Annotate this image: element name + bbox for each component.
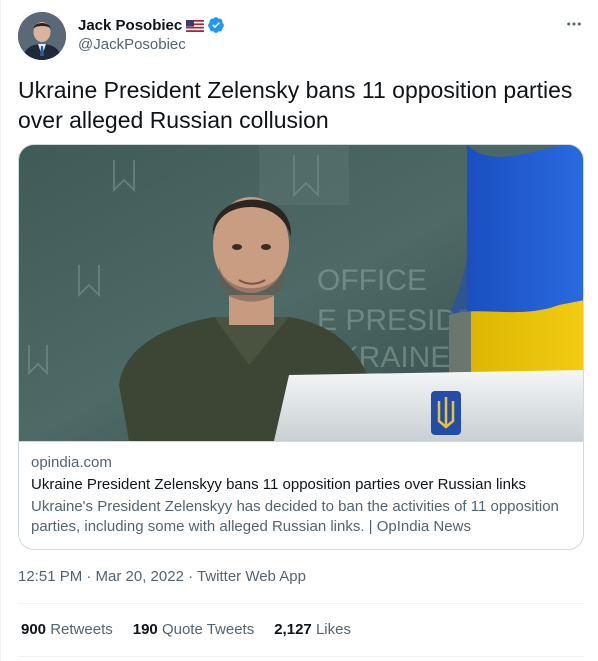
divider xyxy=(18,603,584,604)
link-card[interactable]: OFFICE E PRESIDEN UKRAINE opindia.com Uk… xyxy=(18,144,584,550)
author-handle[interactable]: @JackPosobiec xyxy=(78,36,225,53)
us-flag-icon xyxy=(186,19,205,32)
likes-label: Likes xyxy=(315,621,351,638)
card-domain: opindia.com xyxy=(31,454,112,471)
retweets-stat[interactable]: 900 Retweets xyxy=(21,620,113,640)
tweet-container: Jack Posobiec @JackPosobiec Ukraine Pres… xyxy=(0,0,598,661)
name-row: Jack Posobiec xyxy=(78,15,225,35)
quote-tweets-stat[interactable]: 190 Quote Tweets xyxy=(133,620,254,640)
quote-tweets-label: Quote Tweets xyxy=(161,621,255,638)
tweet-text: Ukraine President Zelensky bans 11 oppos… xyxy=(18,77,573,133)
more-options-icon[interactable] xyxy=(564,14,584,34)
card-body[interactable]: opindia.com Ukraine President Zelenskyy … xyxy=(19,441,583,537)
quote-tweets-count: 190 xyxy=(132,621,162,638)
card-title: Ukraine President Zelenskyy bans 11 oppo… xyxy=(31,476,526,493)
likes-count: 2,127 xyxy=(274,621,316,638)
verified-badge-icon[interactable] xyxy=(207,16,225,34)
retweets-label: Retweets xyxy=(50,621,113,638)
avatar[interactable] xyxy=(18,12,66,60)
display-name[interactable]: Jack Posobiec xyxy=(78,17,182,34)
card-image[interactable]: OFFICE E PRESIDEN UKRAINE xyxy=(19,145,583,441)
retweets-count: 900 xyxy=(21,621,51,638)
divider xyxy=(18,656,584,657)
news-photo-icon: OFFICE E PRESIDEN UKRAINE xyxy=(19,145,583,441)
author-names: Jack Posobiec @JackPosobiec xyxy=(78,15,225,53)
avatar-icon xyxy=(18,12,66,60)
card-description: Ukraine's President Zelenskyy has decide… xyxy=(31,498,559,535)
tweet-timestamp[interactable]: 12:51 PM · Mar 20, 2022 · Twitter Web Ap… xyxy=(18,567,306,587)
likes-stat[interactable]: 2,127 Likes xyxy=(274,620,351,640)
tweet-header: Jack Posobiec @JackPosobiec xyxy=(18,12,584,62)
tweet-stats: 900 Retweets 190 Quote Tweets 2,127 Like… xyxy=(21,620,371,640)
svg-text:OFFICE: OFFICE xyxy=(317,264,427,297)
